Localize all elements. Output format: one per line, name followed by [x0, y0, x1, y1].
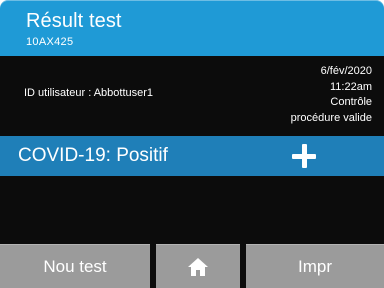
result-row: COVID-19: Positif: [0, 136, 384, 176]
info-panel: ID utilisateur : Abbottuser1 6/fév/2020 …: [0, 56, 384, 136]
test-id: 10AX425: [26, 36, 74, 48]
page-title: Résult test: [26, 10, 122, 32]
procedure-status: procédure valide: [290, 111, 372, 124]
home-icon: [188, 257, 208, 276]
empty-area: [0, 176, 384, 244]
header-bar: Résult test 10AX425: [0, 0, 384, 56]
control-label: Contrôle: [330, 96, 372, 108]
print-button[interactable]: Impr: [246, 244, 384, 288]
test-details: 6/fév/2020 11:22am Contrôle procédure va…: [291, 64, 372, 126]
home-button[interactable]: [156, 244, 240, 288]
plus-icon: [292, 144, 316, 168]
result-label: COVID-19: Positif: [18, 145, 168, 166]
test-date: 6/fév/2020: [320, 65, 372, 77]
test-time: 11:22am: [330, 80, 372, 93]
footer-bar: Nou test Impr: [0, 244, 384, 288]
result-screen: Résult test 10AX425 ID utilisateur : Abb…: [0, 0, 384, 288]
new-test-button[interactable]: Nou test: [0, 244, 150, 288]
user-id: ID utilisateur : Abbottuser1: [24, 87, 154, 99]
